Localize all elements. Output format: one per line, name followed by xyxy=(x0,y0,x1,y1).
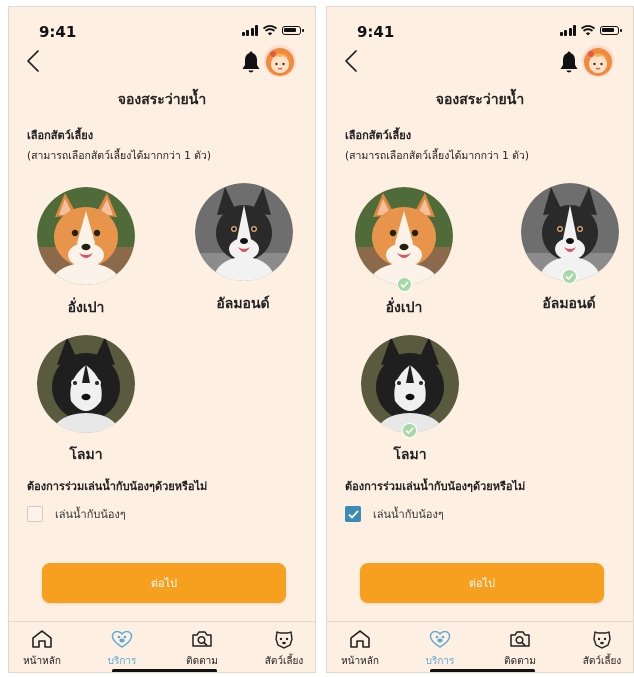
bottom-tab-bar: หน้าหลัก บริการ ติดตาม สัตว์เลี้ยง xyxy=(327,621,633,672)
bell-icon[interactable] xyxy=(558,51,580,75)
tab-home-label: หน้าหลัก xyxy=(23,656,61,667)
next-button[interactable]: ต่อไป xyxy=(42,563,286,603)
tab-pets-label: สัตว์เลี้ยง xyxy=(264,656,304,667)
pet-name: อั่งเปา xyxy=(67,300,105,316)
phone-screen-unselected: 9:41 จองสระว่ายน้ำ เลือกสัตว์เลี้ยง (สาม… xyxy=(8,6,316,673)
camera-search-icon xyxy=(510,631,530,647)
tab-pets[interactable]: สัตว์เลี้ยง xyxy=(254,622,314,672)
pet-name: โลมา xyxy=(69,447,103,463)
pet-card-loma[interactable] xyxy=(37,335,135,433)
camera-search-icon xyxy=(192,631,212,647)
pet-photo-corgi xyxy=(37,187,135,285)
status-icons xyxy=(241,25,304,36)
tab-tracking[interactable]: ติดตาม xyxy=(172,622,232,672)
page-title: จองสระว่ายน้ำ xyxy=(435,92,525,108)
pet-card-loma[interactable] xyxy=(361,335,459,438)
select-pets-label: เลือกสัตว์เลี้ยง xyxy=(345,129,412,142)
select-pets-hint: (สามารถเลือกสัตว์เลี้ยงได้มากกว่า 1 ตัว) xyxy=(27,150,211,162)
back-button[interactable] xyxy=(19,47,47,75)
tab-services-label: บริการ xyxy=(425,656,455,667)
pet-photo-corgi-tricolor xyxy=(195,183,293,281)
select-pets-label: เลือกสัตว์เลี้ยง xyxy=(27,129,94,142)
select-pets-hint: (สามารถเลือกสัตว์เลี้ยงได้มากกว่า 1 ตัว) xyxy=(345,150,529,162)
checkmark-icon xyxy=(347,509,359,519)
pet-name: อั่งเปา xyxy=(385,300,423,316)
selected-check-icon xyxy=(397,277,412,292)
bell-icon[interactable] xyxy=(240,51,262,75)
paw-heart-icon xyxy=(111,630,133,648)
avatar[interactable] xyxy=(264,45,296,77)
wifi-icon xyxy=(263,25,277,36)
swim-question: ต้องการร่วมเล่นน้ำกับน้องๆด้วยหรือไม่ xyxy=(345,480,526,493)
swim-checkbox[interactable] xyxy=(345,506,361,522)
tab-tracking[interactable]: ติดตาม xyxy=(490,622,550,672)
tab-pets[interactable]: สัตว์เลี้ยง xyxy=(572,622,632,672)
home-indicator xyxy=(430,669,535,672)
tab-services-label: บริการ xyxy=(107,656,137,667)
next-button[interactable]: ต่อไป xyxy=(360,563,604,603)
paw-heart-icon xyxy=(429,630,451,648)
tab-services[interactable]: บริการ xyxy=(410,622,470,672)
pet-card-angpao[interactable] xyxy=(37,187,135,285)
battery-icon xyxy=(282,26,304,35)
swim-question: ต้องการร่วมเล่นน้ำกับน้องๆด้วยหรือไม่ xyxy=(27,480,208,493)
chevron-left-icon xyxy=(345,50,357,72)
pet-card-angpao[interactable] xyxy=(355,187,453,292)
home-icon xyxy=(32,630,52,648)
selected-check-icon xyxy=(562,269,577,284)
swim-option-label: เล่นน้ำกับน้องๆ xyxy=(55,508,126,521)
wifi-icon xyxy=(581,25,595,36)
swim-checkbox[interactable] xyxy=(27,506,43,522)
battery-icon xyxy=(600,26,622,35)
tab-tracking-label: ติดตาม xyxy=(504,656,536,667)
signal-icon xyxy=(241,25,258,36)
tab-home-label: หน้าหลัก xyxy=(341,656,379,667)
swim-option-label: เล่นน้ำกับน้องๆ xyxy=(373,508,444,521)
status-time: 9:41 xyxy=(357,23,395,41)
tab-home[interactable]: หน้าหลัก xyxy=(12,622,72,672)
phone-screen-selected: 9:41 จองสระว่ายน้ำ เลือกสัตว์เลี้ยง (สาม… xyxy=(326,6,634,673)
pet-name: โลมา xyxy=(393,447,427,463)
tab-home[interactable]: หน้าหลัก xyxy=(330,622,390,672)
tab-tracking-label: ติดตาม xyxy=(186,656,218,667)
comparison-page: 9:41 จองสระว่ายน้ำ เลือกสัตว์เลี้ยง (สาม… xyxy=(0,0,634,677)
signal-icon xyxy=(559,25,576,36)
status-time: 9:41 xyxy=(39,23,77,41)
pet-photo-corgi-tricolor xyxy=(521,183,619,281)
page-title: จองสระว่ายน้ำ xyxy=(117,92,207,108)
pet-card-almond[interactable] xyxy=(521,183,619,284)
back-button[interactable] xyxy=(337,47,365,75)
selected-check-icon xyxy=(402,423,417,438)
swim-option[interactable]: เล่นน้ำกับน้องๆ xyxy=(345,505,444,523)
pet-name: อัลมอนด์ xyxy=(216,296,270,312)
home-indicator xyxy=(112,669,217,672)
pet-photo-corgi xyxy=(355,187,453,285)
swim-option[interactable]: เล่นน้ำกับน้องๆ xyxy=(27,505,126,523)
dog-face-icon xyxy=(275,631,293,649)
tab-pets-label: สัตว์เลี้ยง xyxy=(582,656,622,667)
pet-photo-husky xyxy=(361,335,459,433)
pet-photo-husky xyxy=(37,335,135,433)
pet-card-almond[interactable] xyxy=(195,183,293,281)
bottom-tab-bar: หน้าหลัก บริการ ติดตาม สัตว์เลี้ยง xyxy=(9,621,315,672)
dog-face-icon xyxy=(593,631,611,649)
status-icons xyxy=(559,25,622,36)
tab-services[interactable]: บริการ xyxy=(92,622,152,672)
home-icon xyxy=(350,630,370,648)
chevron-left-icon xyxy=(27,50,39,72)
pet-name: อัลมอนด์ xyxy=(542,296,596,312)
avatar[interactable] xyxy=(582,45,614,77)
